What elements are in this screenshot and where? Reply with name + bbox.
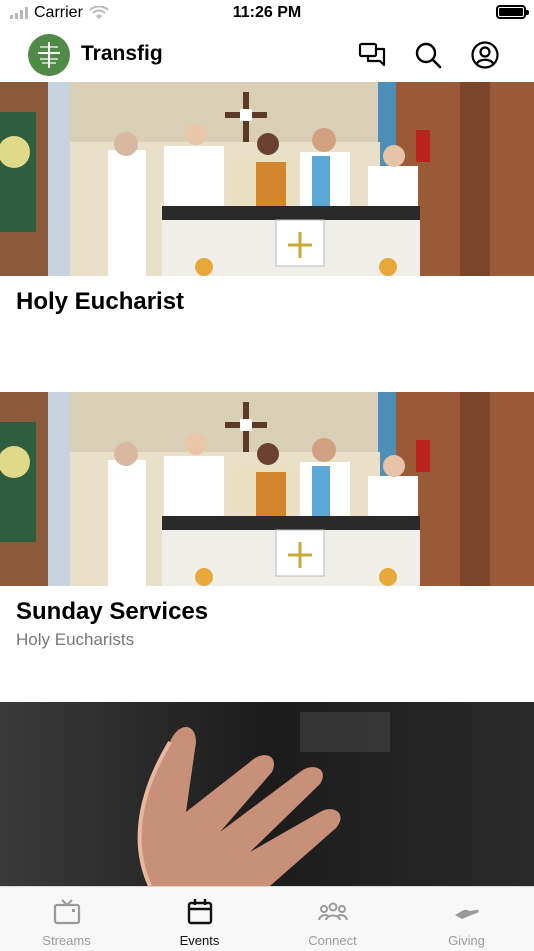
app-title: Transfig <box>81 42 163 65</box>
people-icon <box>317 902 348 921</box>
chat-icon[interactable] <box>357 40 387 70</box>
account-icon[interactable] <box>470 40 500 70</box>
tab-bar: Streams Events Connect Giving <box>0 886 534 951</box>
tab-label: Connect <box>308 933 357 948</box>
status-bar: Carrier 11:26 PM <box>0 0 534 28</box>
battery-icon <box>496 5 529 19</box>
tab-giving[interactable]: Giving <box>400 887 533 951</box>
church-logo[interactable] <box>28 34 70 76</box>
event-title: Sunday Services <box>16 598 209 625</box>
status-time: 11:26 PM <box>232 4 302 21</box>
tab-streams[interactable]: Streams <box>0 887 133 951</box>
hand-icon <box>454 909 479 919</box>
tab-events[interactable]: Events <box>133 887 266 951</box>
event-title: Holy Eucharist <box>16 288 185 315</box>
tv-icon <box>53 899 80 925</box>
event-photo <box>0 82 534 276</box>
event-photo <box>0 392 534 586</box>
feed-item[interactable]: Holy Eucharist <box>0 82 534 392</box>
tab-label: Giving <box>448 933 485 948</box>
tab-label: Streams <box>42 933 91 948</box>
feed-item[interactable]: Sunday Services Holy Eucharists <box>0 392 534 702</box>
tab-label: Events <box>179 933 220 948</box>
event-photo <box>0 702 534 886</box>
tab-connect[interactable]: Connect <box>266 887 399 951</box>
cross-logo-icon <box>38 42 60 68</box>
search-icon[interactable] <box>413 40 443 70</box>
calendar-icon <box>187 899 212 925</box>
event-subtitle: Holy Eucharists <box>16 630 135 649</box>
feed-item[interactable] <box>0 702 534 886</box>
app-header: Transfig <box>0 28 534 82</box>
